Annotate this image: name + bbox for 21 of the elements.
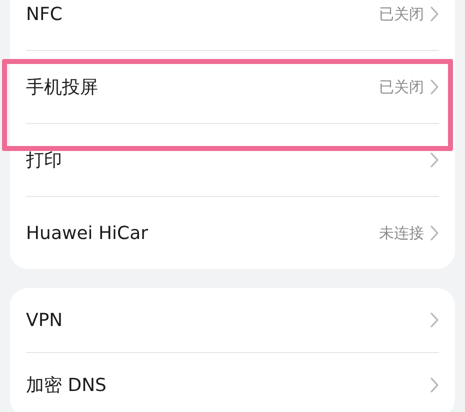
chevron-icon bbox=[430, 79, 439, 95]
chevron-icon bbox=[430, 377, 439, 393]
chevron-icon bbox=[430, 225, 439, 241]
row-status: 已关闭 bbox=[379, 4, 424, 24]
row-label: VPN bbox=[26, 310, 64, 330]
settings-row[interactable]: 打印 bbox=[26, 123, 439, 196]
row-label: 加密 DNS bbox=[26, 374, 108, 397]
settings-row[interactable]: VPN bbox=[26, 288, 439, 352]
settings-row[interactable]: Huawei HiCar 未连接 bbox=[26, 196, 439, 269]
row-status: 未连接 bbox=[379, 224, 424, 242]
row-label: Huawei HiCar bbox=[26, 222, 150, 244]
chevron-icon bbox=[430, 152, 439, 168]
chevron-icon bbox=[430, 6, 439, 22]
row-label: 打印 bbox=[26, 149, 63, 172]
settings-row[interactable]: 手机投屏 已关闭 bbox=[26, 50, 439, 123]
row-label: 手机投屏 bbox=[26, 76, 99, 99]
row-status: 已关闭 bbox=[379, 78, 424, 96]
row-label: NFC bbox=[26, 4, 64, 24]
chevron-icon bbox=[430, 312, 439, 328]
settings-row[interactable]: 加密 DNS bbox=[26, 352, 439, 412]
settings-row[interactable]: NFC 已关闭 bbox=[26, 0, 439, 50]
